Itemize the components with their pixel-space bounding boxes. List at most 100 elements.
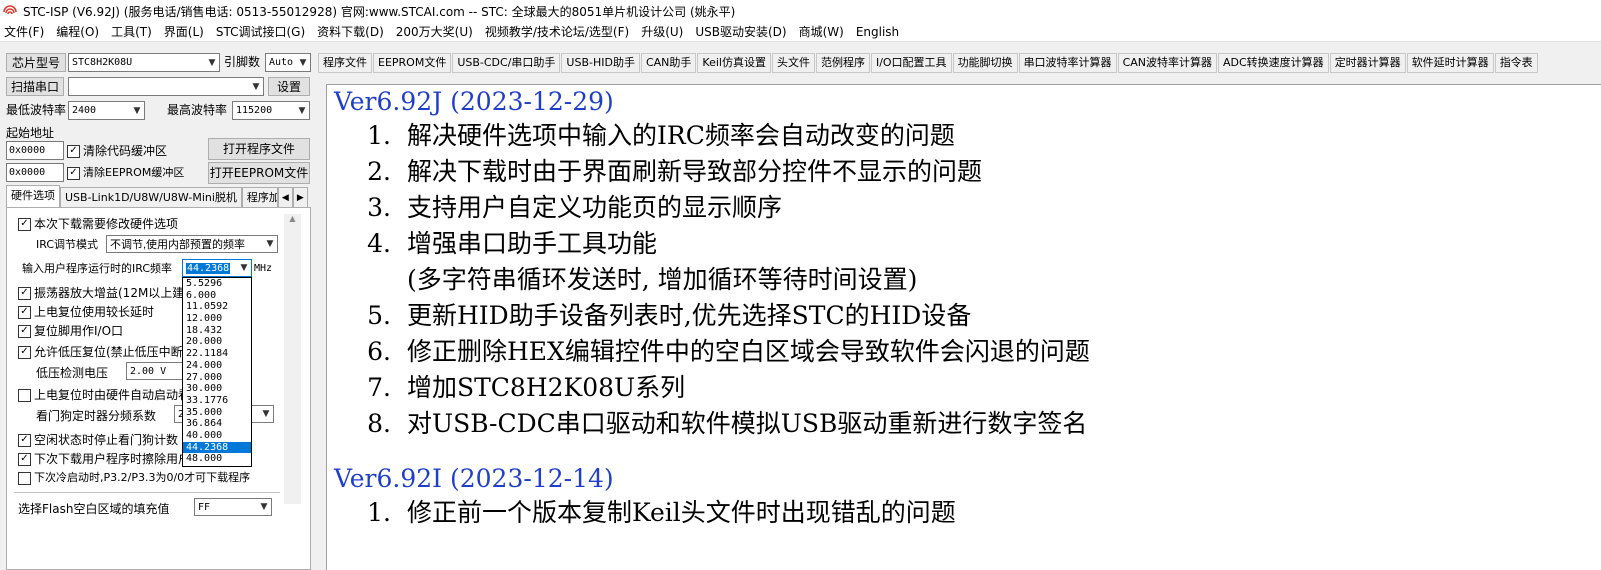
irc-freq-select[interactable]: 44.2368 ▼	[182, 259, 252, 277]
freq-option[interactable]: 12.000	[183, 313, 251, 325]
power-on-delay-option[interactable]: ✓ 上电复位使用较长延时	[18, 303, 154, 321]
scroll-up-icon[interactable]: ▲	[284, 214, 301, 228]
toolbar-tab[interactable]: 指令表	[1494, 53, 1538, 73]
max-baud-select[interactable]: 115200 ▼	[232, 101, 310, 120]
freq-option[interactable]: 35.000	[183, 407, 251, 419]
menu-item[interactable]: 200万大奖(U)	[392, 22, 481, 42]
release-note-item: 4. 增强串口助手工具功能	[327, 226, 1601, 262]
freq-option[interactable]: 44.2368	[183, 441, 251, 454]
checkbox-checked-icon[interactable]: ✓	[67, 144, 80, 158]
menu-item[interactable]: 工具(T)	[107, 22, 160, 42]
toolbar-tab[interactable]: 范例程序	[815, 53, 870, 73]
toolbar-tab[interactable]: USB-CDC/串口助手	[452, 53, 561, 73]
freq-option[interactable]: 6.000	[183, 290, 251, 302]
checkbox-checked-icon[interactable]: ✓	[18, 286, 31, 300]
code-address-input[interactable]: 0x0000	[6, 141, 64, 160]
freq-option[interactable]: 48.000	[183, 453, 251, 465]
menu-item[interactable]: 文件(F)	[0, 22, 52, 42]
idle-stop-wdt-label: 空闲状态时停止看门狗计数	[34, 433, 179, 447]
freq-option[interactable]: 5.5296	[183, 278, 251, 290]
min-baud-value: 2400	[72, 105, 97, 116]
toolbar-tab[interactable]: CAN波特率计算器	[1117, 53, 1217, 73]
port-select[interactable]: ▼	[68, 77, 264, 96]
toolbar-tab[interactable]: 定时器计算器	[1329, 53, 1406, 73]
low-volt-reset-option[interactable]: ✓ 允许低压复位(禁止低压中断	[18, 343, 183, 361]
checkbox-checked-icon[interactable]: ✓	[18, 305, 31, 319]
freq-option[interactable]: 40.000	[183, 430, 251, 442]
chevron-down-icon: ▼	[266, 239, 274, 249]
freq-option[interactable]: 20.000	[183, 336, 251, 348]
reset-pin-io-option[interactable]: ✓ 复位脚用作I/O口	[18, 322, 123, 340]
eeprom-address-input[interactable]: 0x0000	[6, 163, 64, 182]
toolbar-tab[interactable]: 软件延时计算器	[1406, 53, 1494, 73]
tab-scroll-left[interactable]: ◀	[277, 187, 293, 207]
erase-user-option[interactable]: ✓ 下次下载用户程序时擦除用户	[18, 450, 190, 468]
settings-button[interactable]: 设置	[268, 77, 310, 96]
checkbox-checked-icon[interactable]: ✓	[18, 324, 31, 338]
freq-option[interactable]: 22.1184	[183, 348, 251, 360]
menu-item[interactable]: 资料下载(D)	[313, 22, 392, 42]
menu-item[interactable]: USB驱动安装(D)	[691, 22, 794, 42]
scan-port-button[interactable]: 扫描串口	[6, 77, 64, 96]
modify-hw-option[interactable]: ✓ 本次下载需要修改硬件选项	[18, 215, 178, 233]
freq-option[interactable]: 11.0592	[183, 301, 251, 313]
cold-boot-option[interactable]: 下次冷启动时,P3.2/P3.3为0/0才可下载程序	[18, 469, 250, 487]
toolbar-tab[interactable]: Keil仿真设置	[697, 53, 771, 73]
menu-item[interactable]: 商城(W)	[795, 22, 852, 42]
chevron-down-icon: ▼	[208, 57, 216, 68]
toolbar-tab[interactable]: EEPROM文件	[373, 53, 452, 73]
checkbox-unchecked-icon[interactable]	[18, 471, 31, 485]
irc-freq-label: 输入用户程序运行时的IRC频率	[22, 262, 173, 275]
freq-option[interactable]: 24.000	[183, 360, 251, 372]
irc-mode-select[interactable]: 不调节,使用内部预置的频率 ▼	[106, 235, 278, 253]
panel-scrollbar[interactable]: ▲	[284, 214, 301, 504]
version-heading: Ver6.92I (2023-12-14)	[334, 464, 614, 493]
checkbox-checked-icon[interactable]: ✓	[18, 345, 31, 359]
toolbar-tab[interactable]: 程序文件	[318, 53, 372, 73]
item-text: 对USB-CDC串口驱动和软件模拟USB驱动重新进行数字签名	[407, 409, 1088, 438]
low-volt-select[interactable]: 2.00 V	[126, 362, 186, 380]
open-eeprom-file-button[interactable]: 打开EEPROM文件	[208, 162, 310, 184]
osc-gain-option[interactable]: ✓ 振荡器放大增益(12M以上建议	[18, 284, 196, 302]
toolbar-tab[interactable]: 功能脚切换	[952, 53, 1018, 73]
menu-item[interactable]: 视频教学/技术论坛/选型(F)	[481, 22, 637, 42]
menu-item[interactable]: 编程(O)	[52, 22, 107, 42]
flash-fill-value: FF	[198, 501, 211, 513]
checkbox-unchecked-icon[interactable]	[18, 388, 31, 402]
menu-item[interactable]: 界面(L)	[160, 22, 212, 42]
tab-usb-link[interactable]: USB-Link1D/U8W/U8W-Mini脱机	[60, 187, 242, 207]
pin-count-select[interactable]: Auto ▼	[265, 53, 311, 72]
menu-item[interactable]: English	[852, 22, 907, 42]
freq-option[interactable]: 27.000	[183, 372, 251, 384]
freq-option[interactable]: 18.432	[183, 325, 251, 337]
min-baud-select[interactable]: 2400 ▼	[68, 101, 145, 120]
toolbar-tab[interactable]: I/O口配置工具	[870, 53, 952, 73]
tab-scroll-right[interactable]: ▶	[292, 187, 308, 207]
toolbar-tab[interactable]: ADC转换速度计算器	[1218, 53, 1329, 73]
menu-item[interactable]: STC调试接口(G)	[212, 22, 313, 42]
checkbox-checked-icon[interactable]: ✓	[18, 217, 31, 231]
toolbar-tab[interactable]: USB-HID助手	[561, 53, 640, 73]
checkbox-checked-icon[interactable]: ✓	[18, 433, 31, 447]
flash-fill-select[interactable]: FF ▼	[194, 498, 272, 516]
menu-item[interactable]: 升级(U)	[637, 22, 691, 42]
freq-option[interactable]: 33.1776	[183, 395, 251, 407]
clear-eeprom-option[interactable]: ✓ 清除EEPROM缓冲区	[67, 164, 184, 182]
open-program-file-button[interactable]: 打开程序文件	[208, 138, 310, 160]
freq-option[interactable]: 30.000	[183, 383, 251, 395]
toolbar-tab[interactable]: 串口波特率计算器	[1018, 53, 1117, 73]
clear-code-option[interactable]: ✓ 清除代码缓冲区	[67, 142, 167, 160]
idle-stop-wdt-option[interactable]: ✓ 空闲状态时停止看门狗计数	[18, 431, 178, 449]
wdt-auto-option[interactable]: 上电复位时由硬件自动启动看	[18, 386, 190, 404]
toolbar-tab[interactable]: 头文件	[771, 53, 815, 73]
freq-option[interactable]: 36.864	[183, 418, 251, 430]
chevron-down-icon: ▼	[298, 105, 306, 116]
checkbox-checked-icon[interactable]: ✓	[67, 166, 80, 180]
toolbar-tab[interactable]: CAN助手	[640, 53, 697, 73]
irc-freq-dropdown-list[interactable]: 5.5296 6.000 11.0592 12.000 18.432 20.000 22.1…	[182, 277, 252, 467]
chip-model-button[interactable]: 芯片型号	[6, 53, 66, 72]
tab-hardware-options[interactable]: 硬件选项	[6, 185, 60, 207]
checkbox-checked-icon[interactable]: ✓	[18, 452, 31, 466]
tab-program-encrypt[interactable]: 程序加	[241, 187, 278, 207]
chip-model-select[interactable]: STC8H2K08U ▼	[68, 53, 220, 72]
